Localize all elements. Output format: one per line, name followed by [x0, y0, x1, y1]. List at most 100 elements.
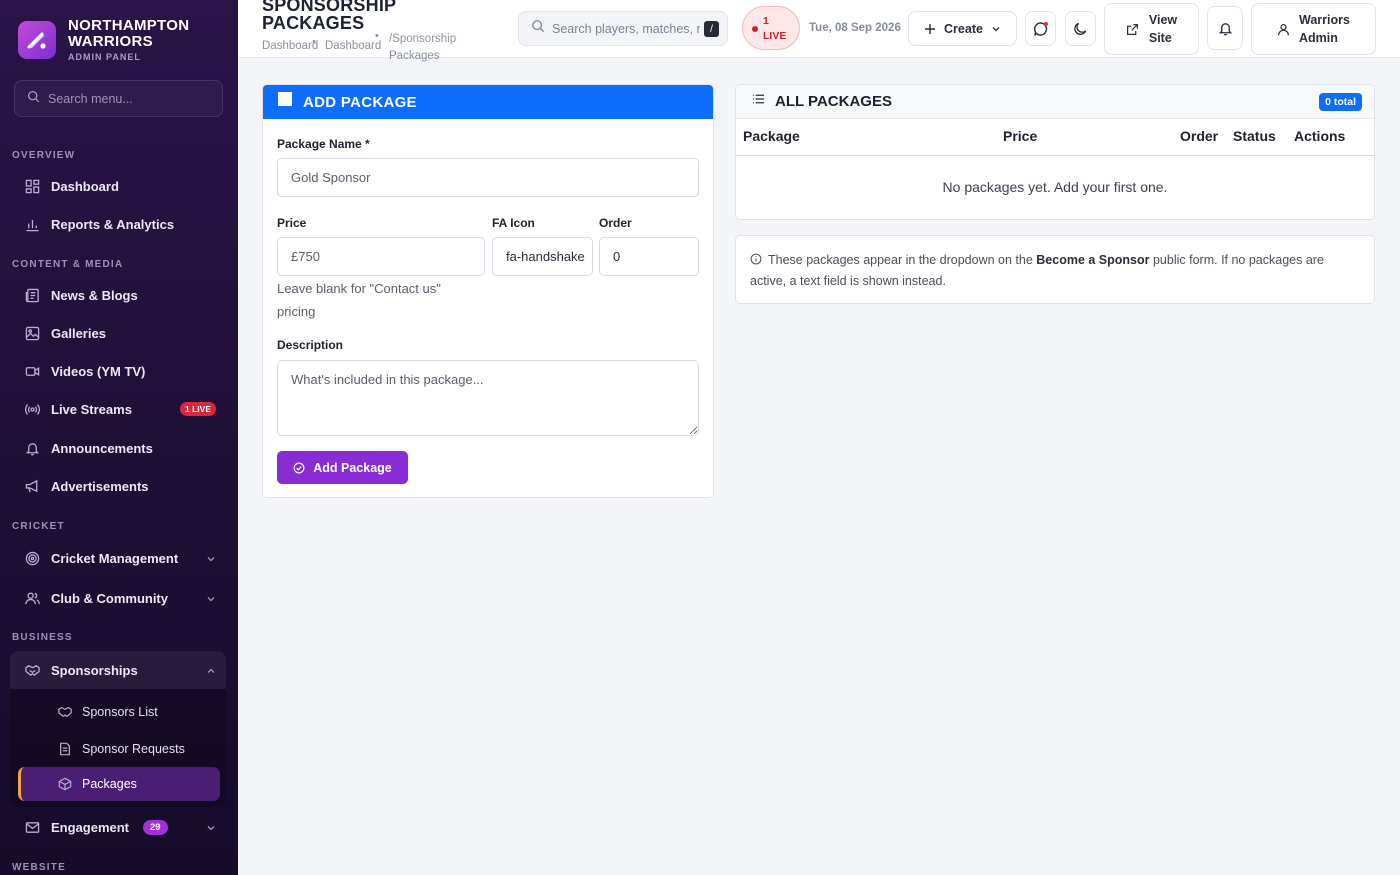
sidebar-item-news[interactable]: News & Blogs — [12, 277, 226, 313]
info-icon — [750, 251, 762, 271]
info-text-strong: Become a Sponsor — [1036, 253, 1150, 267]
user-name-line2: Admin — [1299, 31, 1338, 45]
add-package-title: ADD PACKAGE — [303, 93, 417, 111]
box-icon — [58, 777, 72, 791]
sidebar-item-engagement[interactable]: Engagement 29 — [12, 809, 226, 845]
brand-logo-icon — [18, 21, 56, 59]
theme-toggle-button[interactable] — [1065, 11, 1096, 46]
breadcrumb-separator: • — [312, 36, 316, 48]
chevron-down-icon — [206, 592, 216, 607]
sidebar-search-input[interactable] — [48, 91, 208, 106]
add-package-card: ADD PACKAGE Package Name * Price Leave b… — [262, 84, 714, 498]
handshake-icon — [24, 662, 40, 678]
image-icon — [24, 325, 40, 341]
current-date: Tue, 08 Sep 2026 — [809, 22, 901, 34]
broadcast-icon — [24, 401, 40, 417]
sidebar-subitem-sponsor-requests[interactable]: Sponsor Requests — [44, 732, 185, 766]
create-button[interactable]: Create — [908, 11, 1017, 46]
column-header-price[interactable]: Price — [1003, 128, 1037, 144]
video-camera-icon — [24, 363, 40, 379]
sidebar-subitem-packages[interactable]: Packages — [18, 767, 220, 801]
order-input[interactable] — [599, 237, 699, 276]
section-website: WEBSITE — [12, 862, 66, 873]
breadcrumb-current: /Sponsorship Packages — [389, 31, 456, 65]
chevron-down-icon — [206, 821, 216, 836]
breadcrumb-dashboard[interactable]: Dashboard — [262, 40, 318, 52]
add-package-header: ADD PACKAGE — [263, 85, 713, 119]
fa-icon-input[interactable] — [492, 237, 593, 276]
column-header-actions[interactable]: Actions — [1294, 128, 1345, 144]
price-help-text: Leave blank for "Contact us" pricing — [277, 281, 441, 319]
all-packages-header: ALL PACKAGES — [736, 85, 1374, 119]
sidebar-item-dashboard[interactable]: Dashboard — [12, 168, 226, 204]
sidebar-item-cricket-management[interactable]: Cricket Management — [12, 540, 226, 576]
newspaper-icon — [24, 287, 40, 303]
sidebar-item-label: Sponsorships — [51, 662, 138, 678]
sidebar-item-club-community[interactable]: Club & Community — [12, 580, 226, 616]
user-icon — [1277, 23, 1290, 36]
sidebar-item-label: Advertisements — [51, 478, 149, 494]
sidebar-subitem-label: Sponsor Requests — [82, 742, 185, 756]
description-textarea[interactable] — [277, 360, 699, 436]
handshake-icon — [58, 705, 72, 719]
section-business: BUSINESS — [12, 632, 73, 643]
column-header-status[interactable]: Status — [1233, 128, 1276, 144]
sidebar-item-label: Galleries — [51, 325, 106, 341]
package-name-input[interactable] — [277, 158, 699, 197]
sidebar-item-galleries[interactable]: Galleries — [12, 315, 226, 351]
order-label: Order — [599, 216, 632, 230]
breadcrumb-separator: • — [375, 30, 379, 42]
brand-name-line2: WARRIORS — [68, 33, 153, 50]
sidebar-subitem-sponsors-list[interactable]: Sponsors List — [44, 695, 158, 729]
sidebar-item-reports[interactable]: Reports & Analytics — [12, 206, 226, 242]
sidebar-item-label: Club & Community — [51, 590, 168, 606]
live-label: LIVE — [763, 30, 787, 42]
sidebar-item-label: Live Streams — [51, 401, 132, 417]
live-dot-icon — [752, 26, 758, 32]
sidebar-item-sponsorships[interactable]: Sponsorships — [12, 652, 226, 688]
sidebar-item-advertisements[interactable]: Advertisements — [12, 468, 226, 504]
info-text-before: These packages appear in the dropdown on… — [768, 253, 1033, 267]
page-title-line1: SPONSORSHIP — [262, 0, 397, 15]
breadcrumb-current-line2: Packages — [389, 50, 440, 62]
user-menu-button[interactable]: Warriors Admin — [1251, 3, 1376, 55]
live-indicator[interactable]: 1 LIVE — [742, 6, 800, 50]
info-note: These packages appear in the dropdown on… — [735, 235, 1375, 304]
global-search-input[interactable] — [552, 21, 700, 36]
sidebar-item-videos[interactable]: Videos (YM TV) — [12, 353, 226, 389]
dashboard-icon — [24, 178, 40, 194]
document-icon — [58, 742, 72, 756]
chevron-up-icon — [206, 664, 216, 679]
description-label: Description — [277, 338, 344, 352]
add-package-button[interactable]: Add Package — [277, 451, 408, 484]
bell-icon — [1218, 21, 1233, 36]
bar-chart-icon — [24, 216, 40, 232]
breadcrumb-dashboard-2[interactable]: Dashboard — [325, 40, 381, 52]
brand-name-line1: NORTHAMPTON — [68, 17, 190, 34]
users-icon — [24, 590, 40, 606]
external-link-icon — [1126, 23, 1139, 36]
brand-subtitle: ADMIN PANEL — [68, 52, 141, 62]
view-site-label-line1: View — [1148, 13, 1178, 27]
square-icon — [278, 92, 292, 106]
brand[interactable]: NORTHAMPTON WARRIORS ADMIN PANEL — [18, 18, 189, 62]
notifications-button[interactable] — [1207, 6, 1243, 50]
megaphone-icon — [24, 478, 40, 494]
table-header-divider — [736, 155, 1374, 156]
user-name: Warriors Admin — [1299, 11, 1350, 47]
mail-icon — [24, 819, 40, 835]
column-header-order[interactable]: Order — [1180, 128, 1218, 144]
breadcrumb-current-line1: /Sponsorship — [389, 33, 457, 45]
sidebar-item-announcements[interactable]: Announcements — [12, 430, 226, 466]
live-count: 1 — [763, 15, 769, 27]
moon-icon — [1073, 21, 1088, 36]
fa-icon-label: FA Icon — [492, 216, 535, 230]
price-input[interactable] — [277, 237, 485, 276]
column-header-package[interactable]: Package — [743, 128, 800, 144]
sidebar-item-live-streams[interactable]: Live Streams 1 LIVE — [12, 391, 226, 427]
list-icon — [752, 93, 765, 105]
view-site-button[interactable]: View Site — [1104, 3, 1199, 55]
price-label: Price — [277, 216, 307, 230]
chat-button[interactable] — [1025, 11, 1056, 46]
all-packages-title: ALL PACKAGES — [775, 93, 892, 110]
